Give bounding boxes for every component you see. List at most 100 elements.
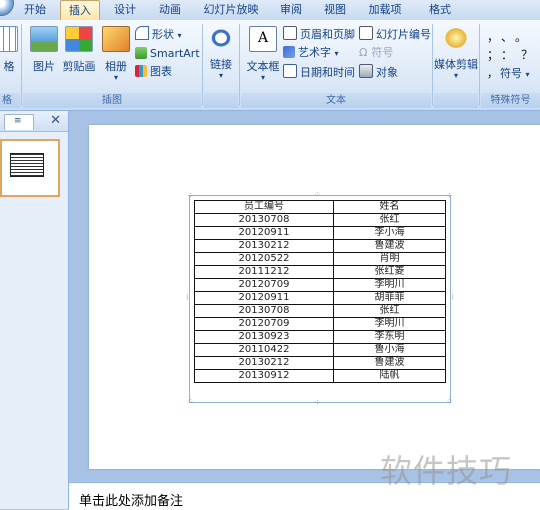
- office-button[interactable]: [0, 0, 14, 16]
- tab-home[interactable]: 开始: [18, 0, 52, 20]
- special-symbol[interactable]: 。: [515, 30, 535, 44]
- special-symbol[interactable]: 、: [501, 30, 515, 44]
- group-separator: [479, 24, 480, 106]
- header-cell[interactable]: 姓名: [333, 200, 446, 214]
- photo-album-button[interactable]: 相册 ▾: [99, 26, 133, 82]
- photo-album-icon: [102, 26, 130, 52]
- table-selection-frame[interactable]: ⁘ ⁘ ⁘ ⁝ ⁝ ⁘ ⁘ ⁘ 员工编号 姓名 20130708 张红 20120…: [186, 191, 454, 407]
- group-tables: 格 格: [0, 22, 20, 108]
- table-cell[interactable]: 肖明: [333, 252, 446, 266]
- group-text: A 文本框 ▾ 页眉和页脚 艺术字 ▾ 日期和时间 幻灯片编号 Ω 符号 对象 文…: [241, 22, 431, 108]
- special-symbol[interactable]: ？: [521, 48, 540, 62]
- table-cell[interactable]: 20110422: [194, 343, 334, 357]
- special-symbol[interactable]: ；: [487, 48, 501, 62]
- outline-icon: ≡: [14, 116, 22, 126]
- table-cell[interactable]: 20130912: [194, 369, 334, 383]
- object-icon: [359, 64, 373, 78]
- resize-handle[interactable]: ⁘: [187, 192, 194, 200]
- close-icon[interactable]: ✕: [50, 113, 61, 128]
- table-cell[interactable]: 鲁建波: [333, 356, 446, 370]
- resize-handle[interactable]: ⁝: [451, 294, 454, 302]
- smartart-button[interactable]: SmartArt: [135, 46, 200, 62]
- table-cell[interactable]: 李明川: [333, 278, 446, 292]
- table-cell[interactable]: 李小海: [333, 226, 446, 240]
- textbox-icon: A: [249, 26, 277, 52]
- resize-handle[interactable]: ⁘: [446, 398, 453, 406]
- datetime-button[interactable]: 日期和时间: [283, 64, 355, 80]
- table-row: 20130212 鲁建波: [194, 239, 446, 253]
- table-cell[interactable]: 陆帆: [333, 369, 446, 383]
- special-symbol[interactable]: ，: [487, 30, 501, 44]
- resize-handle[interactable]: ⁘: [314, 191, 321, 199]
- table-cell[interactable]: 20111212: [194, 265, 334, 279]
- table-cell[interactable]: 20130212: [194, 356, 334, 370]
- tab-insert[interactable]: 插入: [60, 0, 100, 20]
- table-cell[interactable]: 20130708: [194, 213, 334, 227]
- resize-handle[interactable]: ⁘: [314, 399, 321, 407]
- chart-icon: [135, 65, 147, 77]
- chevron-down-icon: ▾: [260, 73, 265, 82]
- table-cell[interactable]: 李东明: [333, 330, 446, 344]
- header-footer-button[interactable]: 页眉和页脚: [283, 26, 355, 42]
- slide-number-button[interactable]: 幻灯片编号: [359, 26, 431, 42]
- chevron-down-icon: ▾: [453, 71, 458, 80]
- special-symbol-more-button[interactable]: ，符号 ▾: [487, 66, 530, 82]
- links-button[interactable]: 链接 ▾: [204, 26, 238, 80]
- table-cell[interactable]: 鲁小海: [333, 343, 446, 357]
- tab-format[interactable]: 格式: [420, 0, 460, 20]
- picture-button[interactable]: 图片: [27, 26, 61, 74]
- object-button[interactable]: 对象: [359, 64, 398, 80]
- table-row: 20130912 陆帆: [194, 369, 446, 383]
- table-row: 20130708 张红: [194, 304, 446, 318]
- chevron-down-icon: ▾: [334, 49, 339, 58]
- shapes-icon: [135, 26, 149, 40]
- table-cell[interactable]: 20130923: [194, 330, 334, 344]
- media-clips-button[interactable]: 媒体剪辑 ▾: [434, 26, 478, 80]
- resize-handle[interactable]: ⁝: [186, 294, 189, 302]
- table-icon: [0, 26, 18, 52]
- tab-design[interactable]: 设计: [108, 0, 142, 20]
- wordart-icon: [283, 46, 295, 58]
- table-row: 20120709 李明川: [194, 317, 446, 331]
- shapes-button[interactable]: 形状 ▾: [135, 26, 182, 42]
- tab-view[interactable]: 视图: [318, 0, 352, 20]
- table-cell[interactable]: 20120911: [194, 291, 334, 305]
- clipart-button[interactable]: 剪贴画: [61, 26, 97, 74]
- table-button[interactable]: 格: [0, 26, 18, 74]
- table-row: 20130923 李东明: [194, 330, 446, 344]
- tab-review[interactable]: 审阅: [274, 0, 308, 20]
- slide-canvas[interactable]: ⁘ ⁘ ⁘ ⁝ ⁝ ⁘ ⁘ ⁘ 员工编号 姓名 20130708 张红 20120…: [89, 125, 540, 469]
- table-cell[interactable]: 张红菱: [333, 265, 446, 279]
- table-cell[interactable]: 20120709: [194, 278, 334, 292]
- table-cell[interactable]: 李明川: [333, 317, 446, 331]
- slide-thumbnail[interactable]: [0, 139, 60, 197]
- pane-tabs: ≡ ✕: [0, 111, 68, 132]
- table-cell[interactable]: 20130212: [194, 239, 334, 253]
- employee-table[interactable]: 员工编号 姓名 20130708 张红 20120911 李小海 20130212 鲁…: [194, 200, 446, 383]
- watermark-text: 软件技巧: [380, 452, 513, 490]
- table-cell[interactable]: 胡菲菲: [333, 291, 446, 305]
- resize-handle[interactable]: ⁘: [187, 398, 194, 406]
- speaker-icon: [443, 26, 469, 50]
- special-symbol-grid: ，、。 ；：？: [487, 28, 537, 64]
- resize-handle[interactable]: ⁘: [446, 192, 453, 200]
- chart-button[interactable]: 图表: [135, 64, 172, 80]
- tab-addins[interactable]: 加载项: [362, 0, 408, 20]
- symbol-button[interactable]: Ω 符号: [359, 45, 393, 61]
- table-cell[interactable]: 20120911: [194, 226, 334, 240]
- table-cell[interactable]: 20120522: [194, 252, 334, 266]
- special-symbol[interactable]: ：: [501, 48, 521, 62]
- table-cell[interactable]: 20120709: [194, 317, 334, 331]
- table-cell[interactable]: 20130708: [194, 304, 334, 318]
- table-cell[interactable]: 张红: [333, 304, 446, 318]
- wordart-button[interactable]: 艺术字 ▾: [283, 45, 339, 61]
- tab-slideshow[interactable]: 幻灯片放映: [198, 0, 264, 20]
- notes-placeholder[interactable]: 单击此处添加备注: [79, 490, 183, 509]
- header-cell[interactable]: 员工编号: [194, 200, 334, 214]
- tab-outline[interactable]: ≡: [4, 114, 34, 130]
- textbox-button[interactable]: A 文本框 ▾: [245, 26, 281, 82]
- group-separator: [239, 24, 240, 106]
- table-cell[interactable]: 鲁建波: [333, 239, 446, 253]
- table-cell[interactable]: 张红: [333, 213, 446, 227]
- tab-animations[interactable]: 动画: [152, 0, 188, 20]
